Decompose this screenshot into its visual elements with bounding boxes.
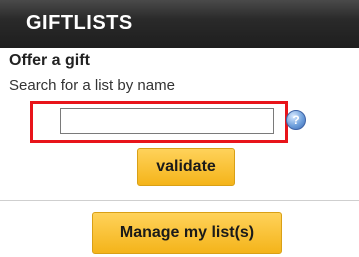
help-question-icon[interactable]: ? bbox=[286, 110, 306, 130]
page-title: GIFTLISTS bbox=[26, 12, 133, 34]
manage-lists-button[interactable]: Manage my list(s) bbox=[92, 212, 282, 254]
search-instructions: Search for a list by name bbox=[9, 77, 175, 94]
offer-gift-heading: Offer a gift bbox=[9, 52, 90, 69]
giftlists-panel: GIFTLISTS Offer a gift Search for a list… bbox=[0, 0, 359, 257]
search-input[interactable] bbox=[60, 108, 274, 134]
divider bbox=[0, 200, 359, 201]
header-bar: GIFTLISTS bbox=[0, 0, 359, 48]
validate-button[interactable]: validate bbox=[137, 148, 235, 186]
